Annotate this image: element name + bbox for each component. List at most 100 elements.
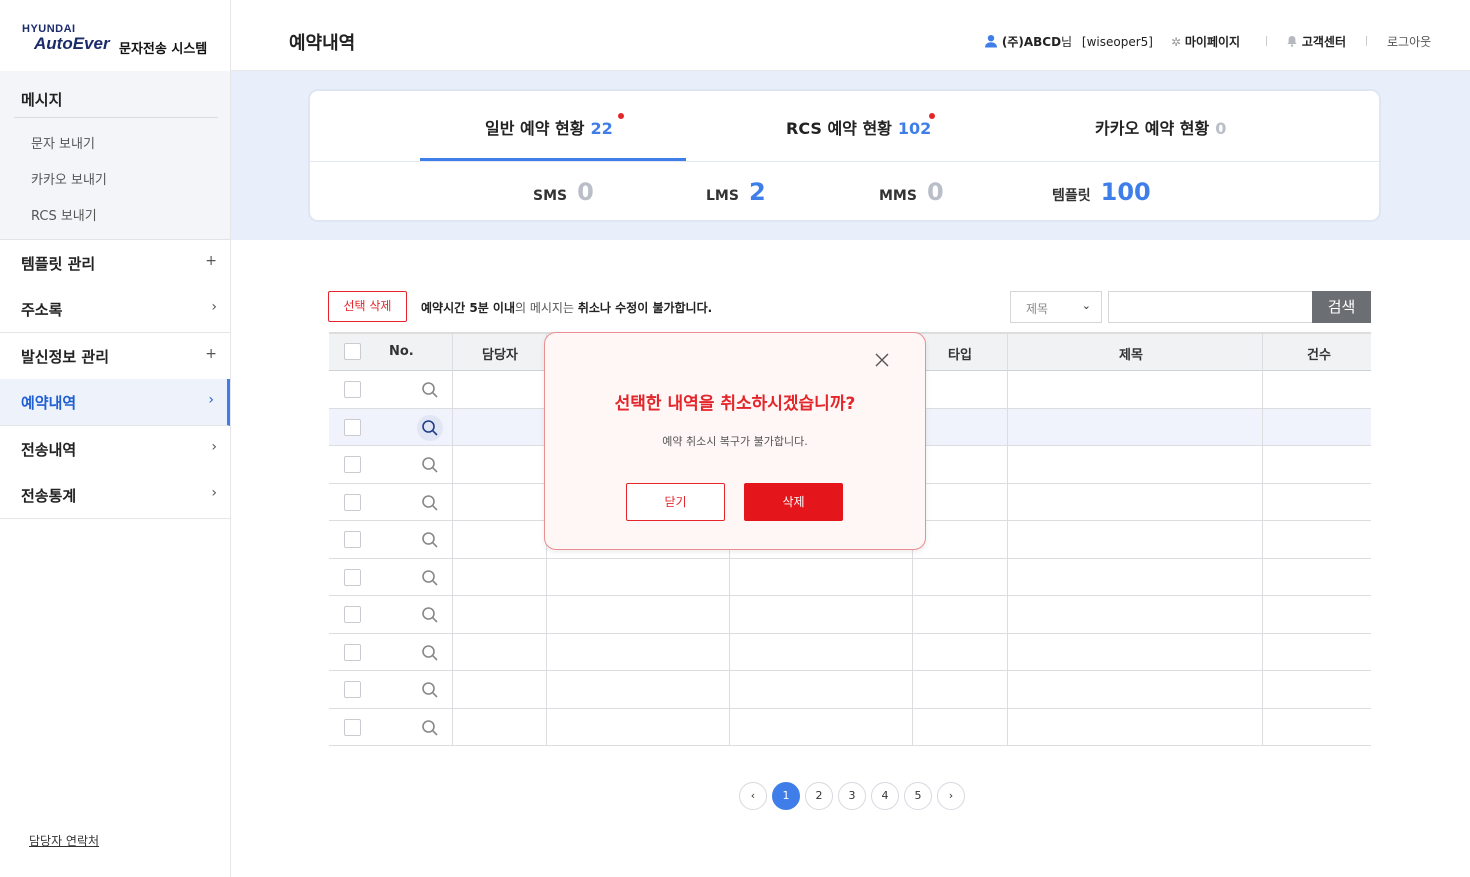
dialog-delete-button[interactable]: 삭제 <box>744 483 843 521</box>
sidebar-item-history[interactable]: 전송내역 › <box>0 426 230 473</box>
stat-sms: SMS 0 <box>533 178 594 206</box>
sidebar-item-label: 발신정보 관리 <box>21 348 110 366</box>
sidebar-item-label: 예약내역 <box>21 394 77 412</box>
col-type: 타입 <box>948 348 972 363</box>
new-indicator <box>929 113 935 119</box>
search-field-select[interactable]: 제목 ⌄ <box>1010 291 1102 323</box>
chevron-right-icon: › <box>208 392 214 408</box>
search-button[interactable]: 검색 <box>1312 291 1371 323</box>
stat-lms: LMS 2 <box>706 178 766 206</box>
tab-general[interactable]: 일반 예약 현황 22 <box>485 115 613 139</box>
page-3[interactable]: 3 <box>838 782 866 810</box>
search-icon[interactable] <box>421 456 439 474</box>
delete-selected-button[interactable]: 선택 삭제 <box>328 291 407 322</box>
close-icon[interactable] <box>875 353 889 367</box>
plus-icon: + <box>205 346 217 362</box>
message-group: 메시지 문자 보내기 카카오 보내기 RCS 보내기 <box>0 71 230 240</box>
chevron-right-icon: › <box>211 485 217 501</box>
sidebar-item-sender-info[interactable]: 발신정보 관리 + <box>0 333 230 380</box>
row-checkbox[interactable] <box>344 456 361 473</box>
user-suffix: 님 <box>1061 35 1073 49</box>
search-icon[interactable] <box>421 681 439 699</box>
notice-text: 예약시간 5분 이내의 메시지는 취소나 수정이 불가합니다. <box>421 299 712 316</box>
divider <box>14 117 218 118</box>
row-checkbox[interactable] <box>344 531 361 548</box>
mypage-link[interactable]: ✲ 마이페이지 <box>1171 33 1240 50</box>
notice-mid: 의 메시지는 <box>515 301 578 315</box>
col-manager: 담당자 <box>482 348 518 363</box>
column-divider <box>1262 334 1263 746</box>
sidebar-item-reservations[interactable]: 예약내역 › <box>0 379 230 426</box>
user-id: [wiseoper5] <box>1081 35 1153 49</box>
pagination-next[interactable]: › <box>937 782 965 810</box>
header: 예약내역 (주)ABCD님 [wiseoper5] ✲ 마이페이지 고객센터 로… <box>231 0 1470 71</box>
stat-value: 0 <box>926 178 944 206</box>
stat-value: 0 <box>577 178 594 206</box>
divider <box>1266 36 1267 46</box>
pagination-prev[interactable]: ‹ <box>739 782 767 810</box>
page-5[interactable]: 5 <box>904 782 932 810</box>
sidebar-item-label: 전송통계 <box>21 487 77 505</box>
sidebar-item-templates[interactable]: 템플릿 관리 + <box>0 240 230 287</box>
logo[interactable]: HYUNDAI AutoEver 문자전송 시스템 <box>22 24 207 58</box>
table-row[interactable] <box>329 558 1371 596</box>
support-link[interactable]: 고객센터 <box>1286 33 1346 50</box>
table-row[interactable] <box>329 671 1371 709</box>
sidebar-item-send-sms[interactable]: 문자 보내기 <box>31 133 95 152</box>
tab-count: 22 <box>590 119 613 138</box>
tab-label: 카카오 예약 현황 <box>1095 119 1210 138</box>
search-icon[interactable] <box>421 494 439 512</box>
row-checkbox[interactable] <box>344 718 361 736</box>
stat-label: MMS <box>879 188 917 204</box>
divider <box>1366 36 1367 46</box>
search-icon[interactable] <box>421 531 439 549</box>
tab-label: 일반 예약 현황 <box>485 119 585 138</box>
tab-kakao[interactable]: 카카오 예약 현황 0 <box>1095 115 1226 139</box>
sidebar-item-send-rcs[interactable]: RCS 보내기 <box>31 205 97 224</box>
search-icon[interactable] <box>421 644 439 662</box>
row-checkbox[interactable] <box>344 681 361 698</box>
page-1[interactable]: 1 <box>772 782 800 810</box>
table-row[interactable] <box>329 596 1371 634</box>
search-icon[interactable] <box>421 569 439 587</box>
row-checkbox[interactable] <box>344 418 361 436</box>
search-icon[interactable] <box>417 414 443 441</box>
sidebar-item-statistics[interactable]: 전송통계 › <box>0 472 230 519</box>
confirm-dialog: 선택한 내역을 취소하시겠습니까? 예약 취소시 복구가 불가합니다. 닫기 삭… <box>544 332 926 550</box>
logout-link[interactable]: 로그아웃 <box>1387 33 1431 50</box>
col-subject: 제목 <box>1119 348 1143 363</box>
row-checkbox[interactable] <box>344 643 361 661</box>
user-company: (주)ABCD <box>1001 35 1062 49</box>
bell-icon <box>1287 36 1297 47</box>
dialog-close-button[interactable]: 닫기 <box>626 483 725 521</box>
search-icon[interactable] <box>421 381 439 399</box>
user-info: (주)ABCD님 [wiseoper5] <box>984 33 1153 50</box>
row-checkbox[interactable] <box>344 568 361 586</box>
plus-icon: + <box>205 253 217 269</box>
search-icon[interactable] <box>421 606 439 624</box>
search-input[interactable] <box>1108 291 1313 323</box>
table-row[interactable] <box>329 633 1371 671</box>
page-4[interactable]: 4 <box>871 782 899 810</box>
sidebar-item-label: 전송내역 <box>21 441 77 459</box>
column-divider <box>452 334 453 746</box>
row-checkbox[interactable] <box>344 606 361 623</box>
sidebar-item-addressbook[interactable]: 주소록 › <box>0 286 230 333</box>
chevron-right-icon: › <box>211 299 217 315</box>
select-all-checkbox[interactable] <box>344 343 361 360</box>
stat-value: 2 <box>748 178 766 206</box>
table-row[interactable] <box>329 708 1371 746</box>
page-2[interactable]: 2 <box>805 782 833 810</box>
row-checkbox[interactable] <box>344 493 361 511</box>
mypage-label: 마이페이지 <box>1184 35 1241 49</box>
col-no: No. <box>389 344 414 359</box>
tab-rcs[interactable]: RCS 예약 현황 102 <box>786 115 931 139</box>
sidebar-item-send-kakao[interactable]: 카카오 보내기 <box>31 169 107 188</box>
tab-label: RCS 예약 현황 <box>786 119 892 138</box>
sidebar-item-label: 주소록 <box>21 301 63 319</box>
search-icon[interactable] <box>421 719 439 737</box>
contact-link[interactable]: 담당자 연락처 <box>29 832 99 849</box>
message-group-title[interactable]: 메시지 <box>21 89 62 110</box>
chevron-down-icon: ⌄ <box>1081 299 1091 312</box>
row-checkbox[interactable] <box>344 381 361 398</box>
